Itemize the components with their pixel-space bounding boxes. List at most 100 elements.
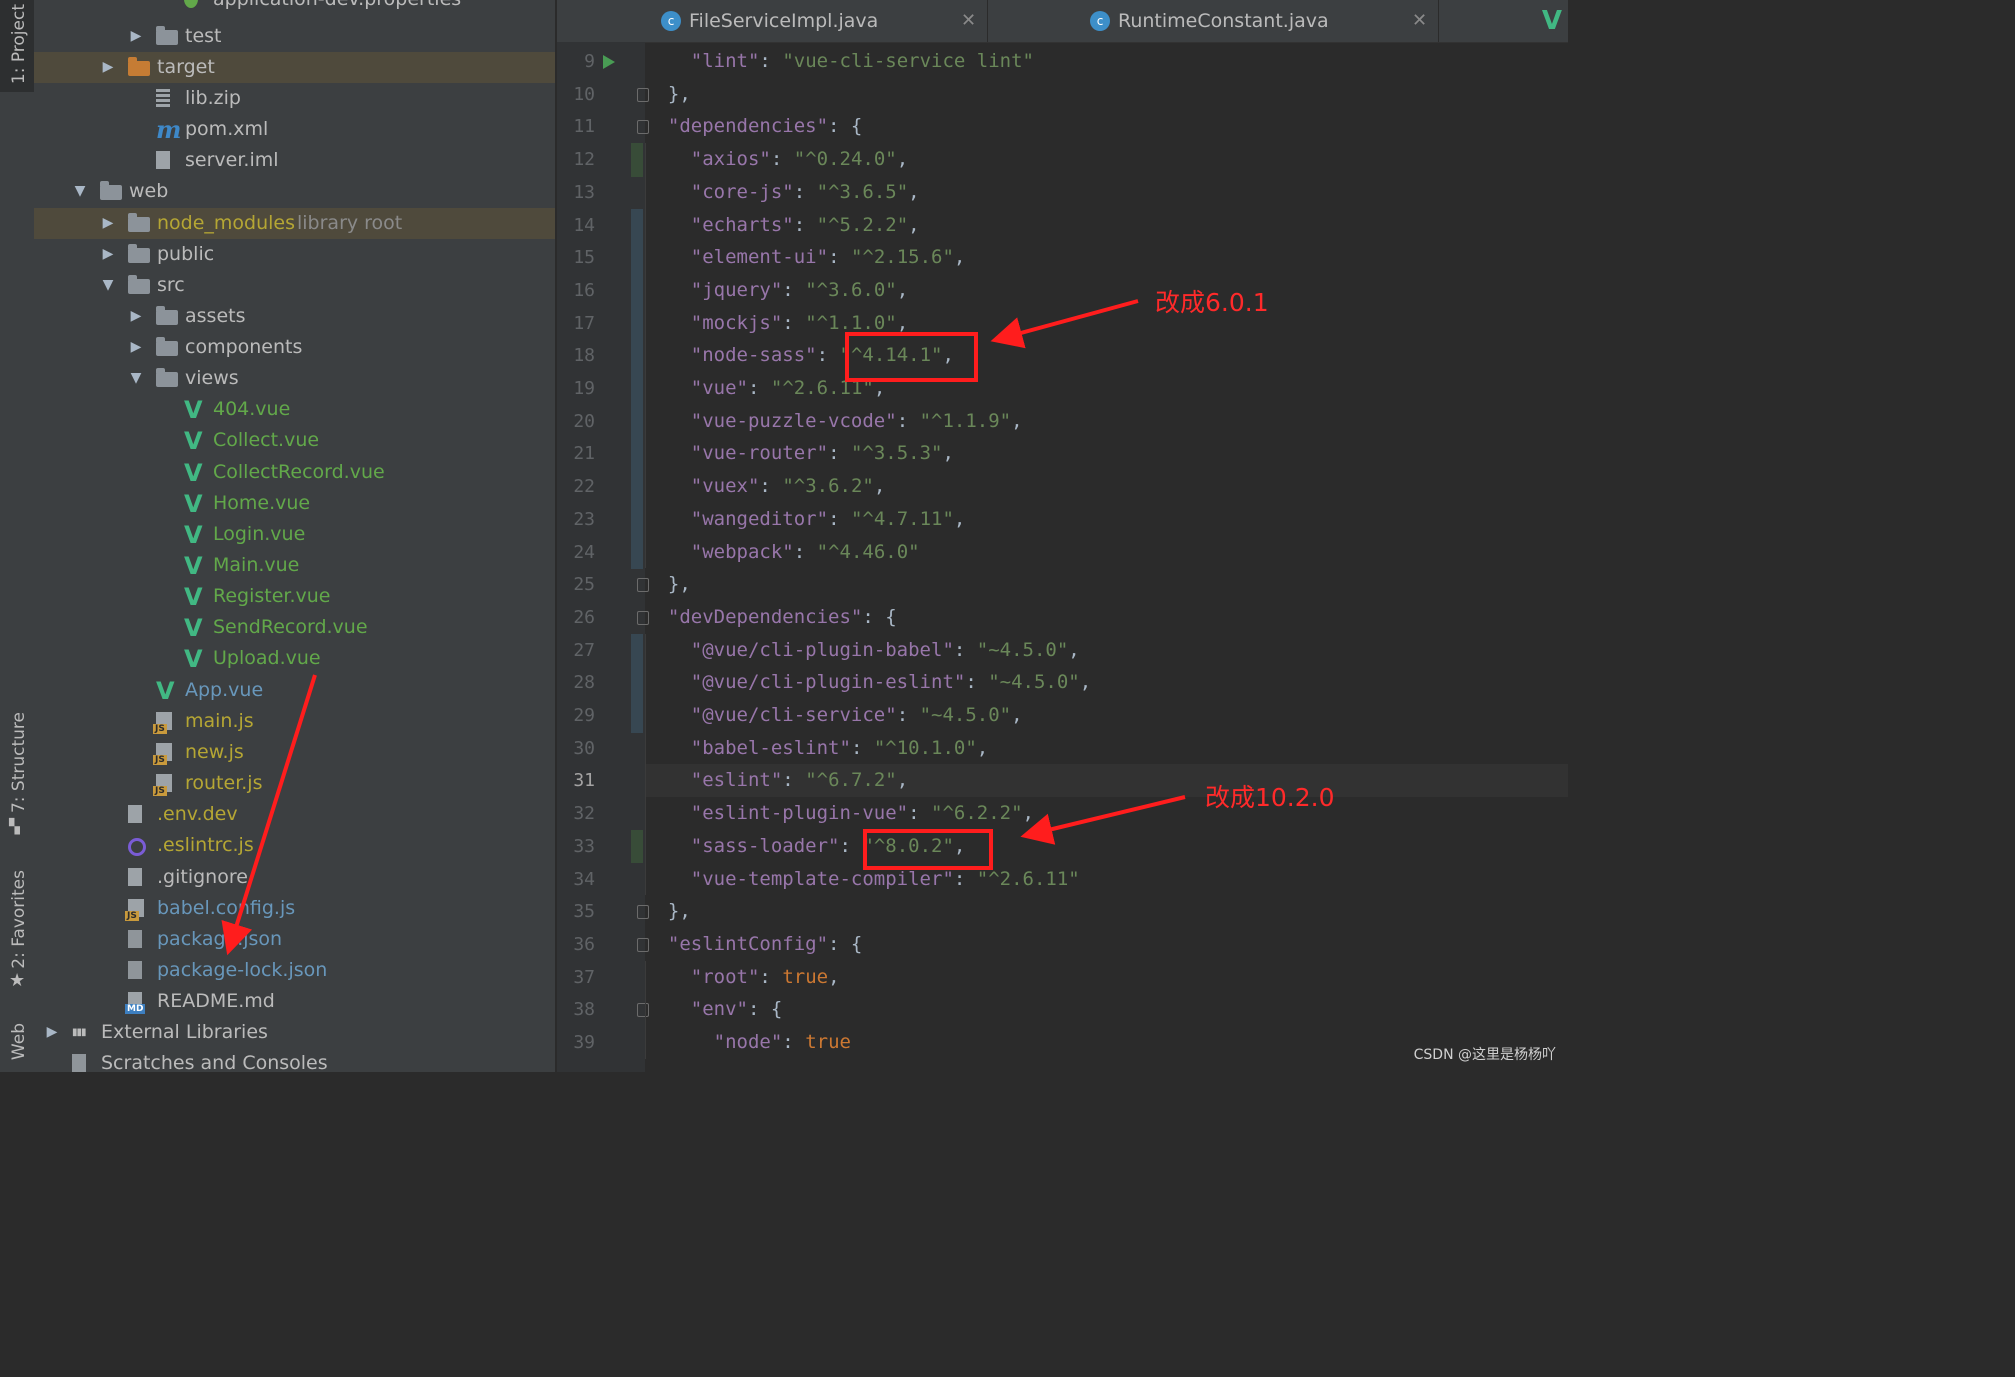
tree-item[interactable]: V Upload.vue	[34, 643, 555, 674]
favorites-tool-tab[interactable]: 2: Favorites ★	[0, 860, 34, 1000]
json-punctuation: : {	[862, 605, 897, 628]
vcs-change-marker[interactable]	[631, 241, 643, 275]
expand-down-icon[interactable]: ▼	[128, 363, 144, 394]
tree-item[interactable]: babel.config.js	[34, 893, 555, 924]
structure-icon: ▚	[9, 819, 20, 835]
project-tool-tab[interactable]: 1: Project	[0, 0, 34, 92]
tree-item[interactable]: ▶ components	[34, 332, 555, 363]
expand-right-icon[interactable]: ▶	[100, 208, 116, 239]
expand-right-icon[interactable]: ▶	[128, 301, 144, 332]
close-icon[interactable]: ✕	[1412, 0, 1427, 42]
expand-right-icon[interactable]: ▶	[44, 1017, 60, 1048]
tree-item[interactable]: ▼ views	[34, 363, 555, 394]
tab-file-service-impl[interactable]: c FileServiceImpl.java ✕	[557, 0, 987, 42]
json-punctuation: :	[953, 638, 977, 661]
vcs-change-marker[interactable]	[631, 273, 643, 308]
tree-item[interactable]: V Login.vue	[34, 519, 555, 550]
js-file-icon	[125, 899, 144, 921]
star-icon: ★	[9, 970, 26, 991]
tree-item[interactable]: ▶ node_modules library root	[34, 208, 555, 239]
tree-item[interactable]: ▶ ▮▮▮ External Libraries	[34, 1017, 555, 1048]
expand-right-icon[interactable]: ▶	[128, 21, 144, 52]
expand-down-icon[interactable]: ▼	[72, 176, 88, 207]
tree-item[interactable]: V Home.vue	[34, 488, 555, 519]
tree-item-label: SendRecord.vue	[213, 616, 368, 638]
tree-item[interactable]: V Collect.vue	[34, 425, 555, 456]
json-key: "@vue/cli-plugin-eslint"	[690, 671, 966, 694]
tree-item[interactable]: V CollectRecord.vue	[34, 457, 555, 488]
tree-item[interactable]: V App.vue	[34, 675, 555, 706]
tree-item[interactable]: application-dev.properties	[34, 0, 555, 15]
vcs-change-marker[interactable]	[631, 339, 643, 373]
line-number: 18	[573, 345, 595, 367]
vcs-change-marker[interactable]	[631, 208, 643, 243]
close-icon[interactable]: ✕	[961, 0, 976, 42]
tree-item[interactable]: new.js	[34, 737, 555, 768]
vcs-change-marker[interactable]	[631, 699, 643, 733]
tree-item[interactable]: main.js	[34, 706, 555, 737]
tree-item[interactable]: server.iml	[34, 145, 555, 176]
tree-item[interactable]: V 404.vue	[34, 394, 555, 425]
tree-item[interactable]: package-lock.json	[34, 955, 555, 986]
line-number: 36	[573, 933, 595, 955]
vcs-change-marker[interactable]	[631, 470, 643, 504]
vcs-change-marker[interactable]	[631, 372, 643, 406]
code-line: "@vue/cli-service": "~4.5.0",	[645, 699, 1568, 732]
tree-item[interactable]: .gitignore	[34, 862, 555, 893]
web-tool-tab[interactable]: Web	[0, 1015, 34, 1072]
tree-item[interactable]: lib.zip	[34, 83, 555, 114]
tree-item[interactable]: package.json	[34, 924, 555, 955]
tree-item[interactable]: README.md	[34, 986, 555, 1017]
json-punctuation: : {	[828, 932, 863, 955]
json-punctuation: :	[816, 344, 840, 367]
expand-right-icon[interactable]: ▶	[100, 239, 116, 270]
vue-plugin-icon[interactable]: V	[1542, 0, 1562, 42]
json-key: "echarts"	[690, 213, 794, 236]
tree-item[interactable]: V Register.vue	[34, 581, 555, 612]
run-script-icon[interactable]	[603, 55, 615, 69]
line-number: 38	[573, 999, 595, 1021]
tree-item[interactable]: ▶ public	[34, 239, 555, 270]
tree-item[interactable]: ▶ target	[34, 52, 555, 83]
tab-runtime-constant[interactable]: c RuntimeConstant.java ✕	[988, 0, 1438, 42]
line-number: 27	[573, 639, 595, 661]
vcs-change-marker[interactable]	[631, 666, 643, 700]
expand-down-icon[interactable]: ▼	[100, 270, 116, 301]
code-area[interactable]: "lint": "vue-cli-service lint" }, "depen…	[645, 42, 1568, 1072]
tree-item[interactable]: ▼ src	[34, 270, 555, 301]
code-line: "echarts": "^5.2.2",	[645, 209, 1568, 242]
expand-right-icon[interactable]: ▶	[128, 332, 144, 363]
tree-item[interactable]: V SendRecord.vue	[34, 612, 555, 643]
tree-item[interactable]: m pom.xml	[34, 114, 555, 145]
vcs-change-marker[interactable]	[631, 502, 643, 537]
json-file-icon	[128, 930, 142, 948]
tab-label: RuntimeConstant.java	[1118, 10, 1329, 32]
vcs-change-marker[interactable]	[631, 404, 643, 439]
expand-right-icon[interactable]: ▶	[100, 52, 116, 83]
line-number: 26	[573, 606, 595, 628]
maven-icon: m	[156, 115, 182, 144]
tree-item[interactable]: router.js	[34, 768, 555, 799]
code-line: "env": {	[645, 993, 1568, 1026]
tree-item[interactable]: .eslintrc.js	[34, 830, 555, 861]
json-punctuation: :	[850, 736, 874, 759]
vcs-change-marker[interactable]	[631, 829, 643, 864]
tree-item[interactable]: ▶ assets	[34, 301, 555, 332]
tree-item[interactable]: .env.dev	[34, 799, 555, 830]
json-string: "^4.7.11"	[850, 507, 954, 530]
vcs-change-marker[interactable]	[631, 143, 643, 177]
vcs-change-marker[interactable]	[631, 633, 643, 668]
json-punctuation: :	[965, 671, 989, 694]
code-line: "@vue/cli-plugin-eslint": "~4.5.0",	[645, 666, 1568, 699]
tree-item[interactable]: Scratches and Consoles	[34, 1048, 555, 1072]
json-punctuation	[668, 148, 691, 170]
tree-item-label: App.vue	[185, 679, 264, 701]
vcs-change-marker[interactable]	[631, 306, 643, 341]
tree-item[interactable]: V Main.vue	[34, 550, 555, 581]
structure-tool-tab[interactable]: 7: Structure ▚	[0, 700, 34, 840]
tree-item[interactable]: ▶ test	[34, 21, 555, 52]
tree-item[interactable]: ▼ web	[34, 176, 555, 207]
vcs-change-marker[interactable]	[631, 535, 643, 570]
json-key: "dependencies"	[667, 115, 829, 138]
vcs-change-marker[interactable]	[631, 437, 643, 472]
